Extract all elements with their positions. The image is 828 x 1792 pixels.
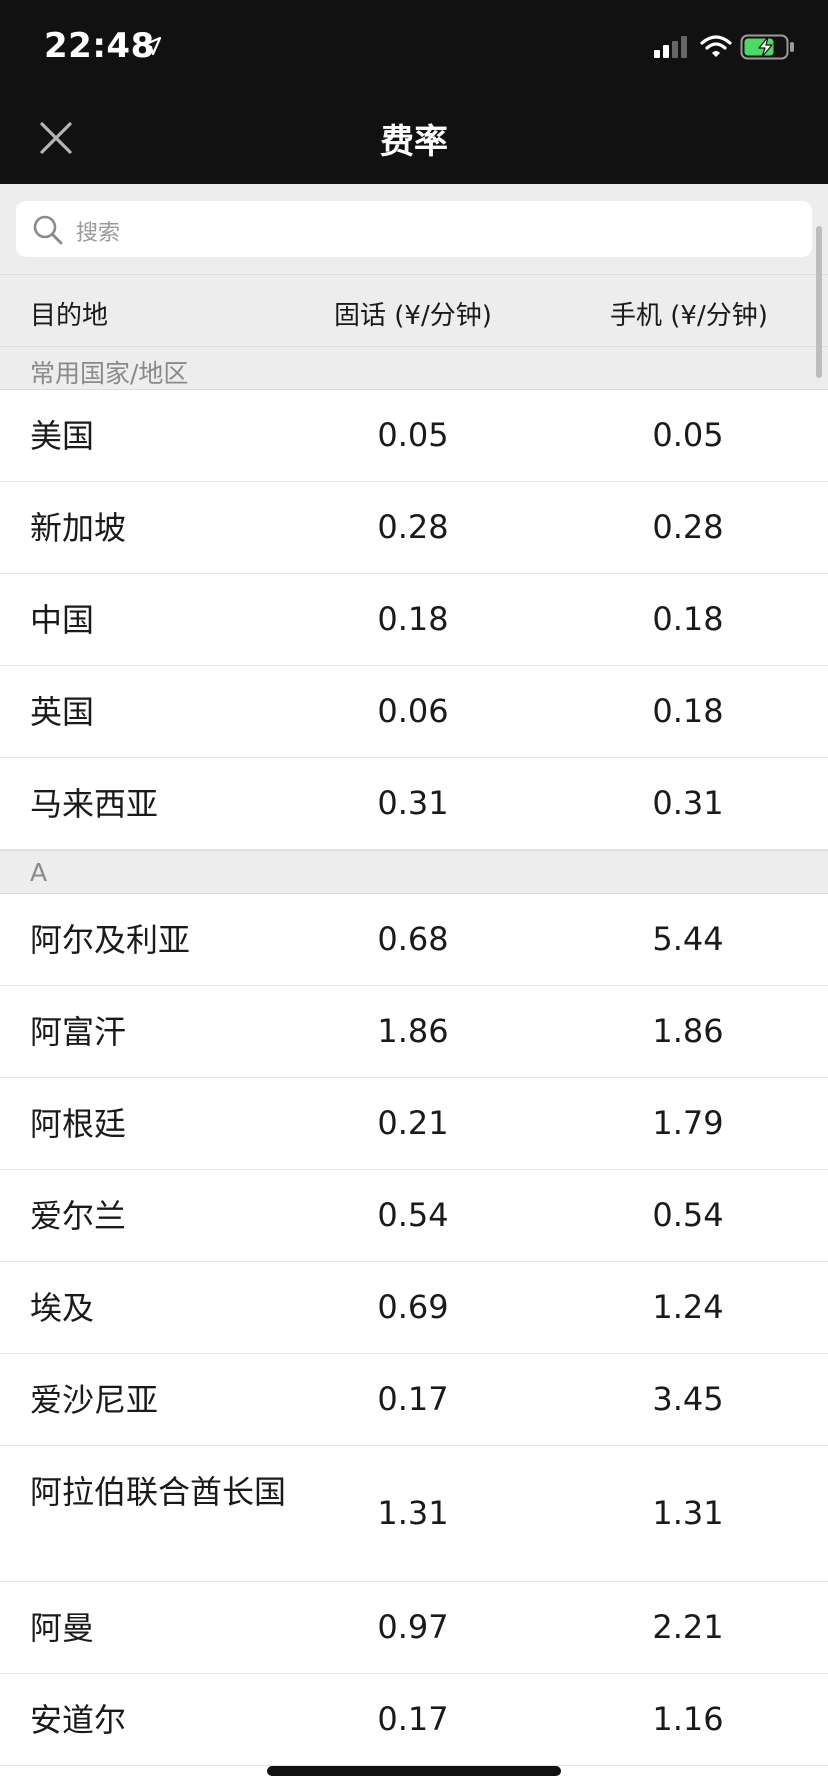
table-row[interactable]: 阿拉伯联合酋长国 1.31 1.31 [0, 1446, 828, 1582]
scrollbar[interactable] [816, 226, 822, 378]
landline-rate: 0.17 [377, 1700, 449, 1738]
landline-rate: 0.17 [377, 1380, 449, 1418]
table-row[interactable]: 安道尔 0.17 1.16 [0, 1674, 828, 1766]
home-indicator [267, 1766, 561, 1776]
mobile-rate: 2.21 [652, 1608, 724, 1646]
destination-name: 埃及 [30, 1289, 95, 1327]
status-bar: 22:48 [0, 0, 828, 88]
destination-name: 安道尔 [30, 1701, 127, 1739]
landline-rate: 0.97 [377, 1608, 449, 1646]
destination-name: 新加坡 [30, 509, 127, 547]
mobile-rate: 0.31 [652, 784, 724, 822]
destination-name: 美国 [30, 417, 95, 455]
destination-name: 阿富汗 [30, 1013, 127, 1051]
section-title: A [30, 858, 48, 887]
search-input[interactable]: 搜索 [16, 201, 812, 257]
table-row[interactable]: 马来西亚 0.31 0.31 [0, 758, 828, 850]
mobile-rate: 1.31 [652, 1494, 724, 1532]
destination-name: 爱尔兰 [30, 1197, 127, 1235]
table-row[interactable]: 美国 0.05 0.05 [0, 390, 828, 482]
mobile-rate: 3.45 [652, 1380, 724, 1418]
destination-name: 中国 [30, 601, 95, 639]
landline-rate: 0.54 [377, 1196, 449, 1234]
search-bar: 搜索 [0, 184, 828, 274]
mobile-rate: 0.05 [652, 416, 724, 454]
mobile-rate: 1.79 [652, 1104, 724, 1142]
battery-charging-icon [740, 34, 796, 64]
destination-name: 爱沙尼亚 [30, 1381, 159, 1419]
table-row[interactable]: 阿富汗 1.86 1.86 [0, 986, 828, 1078]
nav-bar: 费率 [0, 88, 828, 184]
table-row[interactable]: 阿尔及利亚 0.68 5.44 [0, 894, 828, 986]
landline-rate: 1.86 [377, 1012, 449, 1050]
mobile-rate: 1.24 [652, 1288, 724, 1326]
landline-rate: 0.31 [377, 784, 449, 822]
table-row[interactable]: 爱尔兰 0.54 0.54 [0, 1170, 828, 1262]
destination-name: 阿曼 [30, 1609, 95, 1647]
landline-rate: 0.69 [377, 1288, 449, 1326]
column-header-landline: 固话 (¥/分钟) [334, 301, 492, 331]
table-row[interactable]: 爱沙尼亚 0.17 3.45 [0, 1354, 828, 1446]
destination-name: 阿根廷 [30, 1105, 127, 1143]
destination-name: 马来西亚 [30, 785, 159, 823]
mobile-rate: 0.28 [652, 508, 724, 546]
table-row[interactable]: 中国 0.18 0.18 [0, 574, 828, 666]
landline-rate: 0.05 [377, 416, 449, 454]
section-title: 常用国家/地区 [30, 359, 189, 388]
mobile-rate: 0.18 [652, 600, 724, 638]
mobile-rate: 5.44 [652, 920, 724, 958]
search-placeholder: 搜索 [76, 221, 121, 246]
table-row[interactable]: 阿根廷 0.21 1.79 [0, 1078, 828, 1170]
column-header-mobile: 手机 (¥/分钟) [610, 301, 768, 331]
landline-rate: 0.28 [377, 508, 449, 546]
destination-name: 英国 [30, 693, 95, 731]
table-header: 目的地 固话 (¥/分钟) 手机 (¥/分钟) [0, 274, 828, 346]
mobile-rate: 1.86 [652, 1012, 724, 1050]
status-time: 22:48 [44, 26, 155, 66]
destination-name: 阿尔及利亚 [30, 921, 191, 959]
search-icon [32, 214, 64, 250]
landline-rate: 0.21 [377, 1104, 449, 1142]
table-row[interactable]: 埃及 0.69 1.24 [0, 1262, 828, 1354]
section-header: 常用国家/地区 [0, 346, 828, 390]
table-row[interactable]: 英国 0.06 0.18 [0, 666, 828, 758]
table-row[interactable]: 新加坡 0.28 0.28 [0, 482, 828, 574]
page-title: 费率 [380, 122, 448, 162]
destination-name: 阿拉伯联合酋长国 [30, 1473, 287, 1511]
landline-rate: 0.06 [377, 692, 449, 730]
wifi-icon [700, 35, 732, 63]
mobile-rate: 0.18 [652, 692, 724, 730]
table-row[interactable]: 阿曼 0.97 2.21 [0, 1582, 828, 1674]
section-header: A [0, 850, 828, 894]
landline-rate: 0.68 [377, 920, 449, 958]
location-arrow-icon [142, 36, 162, 60]
mobile-rate: 1.16 [652, 1700, 724, 1738]
mobile-rate: 0.54 [652, 1196, 724, 1234]
cellular-signal-icon [654, 36, 690, 62]
landline-rate: 1.31 [377, 1494, 449, 1532]
column-header-destination: 目的地 [30, 301, 109, 331]
landline-rate: 0.18 [377, 600, 449, 638]
